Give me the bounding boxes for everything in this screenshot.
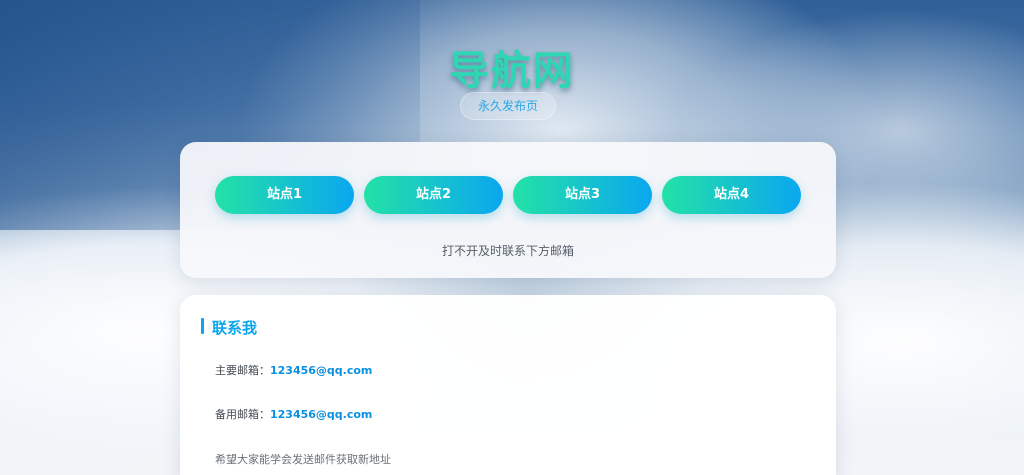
subtitle-badge: 永久发布页: [460, 92, 556, 120]
primary-email-row: 主要邮箱：123456@qq.com: [215, 362, 372, 378]
primary-email-label: 主要邮箱：: [215, 364, 270, 377]
site-1-button[interactable]: 站点1: [215, 176, 354, 214]
page-background: 导航网 永久发布页 站点1 站点2 站点3 站点4 打不开及时联系下方邮箱 联系…: [0, 0, 1024, 475]
contact-hint: 希望大家能学会发送邮件获取新地址: [215, 453, 391, 466]
site-2-button[interactable]: 站点2: [364, 176, 503, 214]
backup-email-link[interactable]: 123456@qq.com: [270, 408, 372, 421]
backup-email-label: 备用邮箱：: [215, 408, 270, 421]
site-4-button[interactable]: 站点4: [662, 176, 801, 214]
contact-notice: 打不开及时联系下方邮箱: [441, 244, 574, 258]
heading-accent-bar: [201, 318, 204, 334]
primary-email-link[interactable]: 123456@qq.com: [270, 364, 372, 377]
site-title: 导航网: [449, 48, 575, 94]
site-3-button[interactable]: 站点3: [513, 176, 652, 214]
backup-email-row: 备用邮箱：123456@qq.com: [215, 406, 372, 422]
contact-card: [180, 295, 836, 475]
contact-heading: 联系我: [212, 319, 258, 337]
